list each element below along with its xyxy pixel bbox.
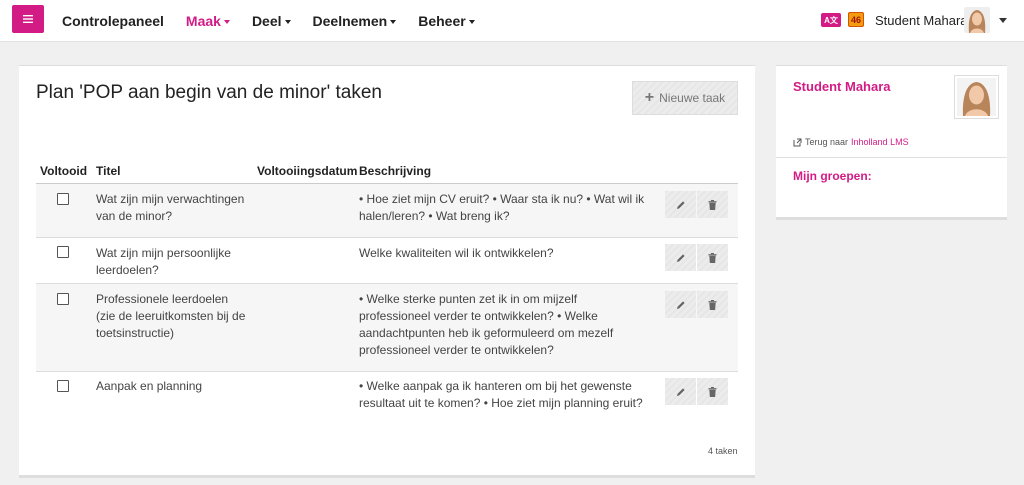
row-actions: [665, 291, 728, 318]
nav-item-controlepaneel[interactable]: Controlepaneel: [62, 13, 164, 29]
delete-button[interactable]: [697, 378, 728, 405]
nav-item-label: Maak: [185, 13, 221, 29]
task-description: • Welke aanpak ga ik hanteren om bij het…: [359, 379, 643, 410]
completed-checkbox[interactable]: [57, 246, 69, 258]
tasks-table: Voltooid Titel Voltooiingsdatum Beschrij…: [36, 158, 738, 424]
caret-down-icon: [468, 20, 475, 25]
hamburger-menu-button[interactable]: [12, 5, 44, 33]
sidebar-user-name[interactable]: Student Mahara: [793, 79, 891, 94]
task-description: • Welke sterke punten zet ik in om mijze…: [359, 292, 614, 357]
row-actions: [665, 191, 728, 218]
caret-down-icon: [223, 20, 230, 25]
plus-icon: +: [644, 89, 655, 106]
task-description: Welke kwaliteiten wil ik ontwikkelen?: [359, 246, 554, 260]
edit-button[interactable]: [665, 378, 696, 405]
pencil-icon: [676, 200, 685, 209]
table-row: Wat zijn mijn verwachtingen van de minor…: [36, 184, 738, 238]
pencil-icon: [676, 300, 685, 309]
column-header-completed: Voltooid: [40, 164, 88, 178]
completed-checkbox[interactable]: [57, 293, 69, 305]
my-groups-heading: Mijn groepen:: [793, 169, 872, 183]
nav-item-deel[interactable]: Deel: [252, 13, 291, 29]
task-title: Professionele leerdoelen (zie de leeruit…: [96, 292, 246, 340]
edit-button[interactable]: [665, 244, 696, 271]
task-title: Wat zijn mijn verwachtingen van de minor…: [96, 192, 245, 223]
task-count: 4 taken: [708, 446, 738, 456]
pencil-icon: [676, 387, 685, 396]
back-prefix: Terug naar: [805, 137, 849, 147]
new-task-label: Nieuwe taak: [659, 91, 726, 105]
task-description: • Hoe ziet mijn CV eruit? • Waar sta ik …: [359, 192, 645, 223]
pencil-icon: [676, 253, 685, 262]
delete-button[interactable]: [697, 244, 728, 271]
caret-down-icon: [390, 20, 397, 25]
nav-item-deelnemen[interactable]: Deelnemen: [313, 13, 397, 29]
back-to-lms: Terug naar Inholland LMS: [793, 137, 909, 147]
column-header-description: Beschrijving: [359, 164, 432, 178]
main-nav: Controlepaneel Maak Deel Deelnemen Behee…: [62, 0, 497, 42]
caret-down-icon: [284, 20, 291, 25]
nav-item-beheer[interactable]: Beheer: [418, 13, 475, 29]
back-to-lms-link[interactable]: Inholland LMS: [851, 137, 909, 147]
hamburger-icon: [23, 15, 33, 23]
table-row: Wat zijn mijn persoonlijke leerdoelen? W…: [36, 238, 738, 284]
trash-icon: [708, 299, 717, 310]
profile-sidebar: Student Mahara Terug naar Inholland LMS …: [776, 65, 1007, 220]
nav-item-label: Beheer: [418, 13, 466, 29]
column-header-completion-date: Voltooiingsdatum: [257, 164, 358, 178]
edit-button[interactable]: [665, 191, 696, 218]
completed-checkbox[interactable]: [57, 193, 69, 205]
task-title: Aanpak en planning: [96, 379, 203, 393]
notification-badge-icon[interactable]: 46: [848, 12, 864, 27]
completed-checkbox[interactable]: [57, 380, 69, 392]
edit-button[interactable]: [665, 291, 696, 318]
new-task-button[interactable]: + Nieuwe taak: [632, 81, 738, 115]
external-link-icon: [793, 138, 802, 146]
top-navbar: Controlepaneel Maak Deel Deelnemen Behee…: [0, 0, 1024, 42]
tasks-panel: Plan 'POP aan begin van de minor' taken …: [19, 65, 755, 478]
table-header: Voltooid Titel Voltooiingsdatum Beschrij…: [36, 158, 738, 184]
row-actions: [665, 244, 728, 271]
user-menu-name[interactable]: Student Mahara: [875, 13, 968, 28]
trash-icon: [708, 199, 717, 210]
trash-icon: [708, 252, 717, 263]
avatar[interactable]: [964, 7, 990, 33]
divider: [776, 157, 1007, 158]
user-menu-caret-icon[interactable]: [999, 18, 1007, 23]
column-header-title: Titel: [96, 164, 121, 178]
table-row: Aanpak en planning • Welke aanpak ga ik …: [36, 372, 738, 424]
row-actions: [665, 378, 728, 405]
nav-item-label: Deel: [251, 13, 282, 29]
nav-item-label: Deelnemen: [312, 13, 388, 29]
delete-button[interactable]: [697, 191, 728, 218]
language-icon[interactable]: A文: [821, 13, 841, 27]
profile-picture[interactable]: [954, 75, 999, 119]
page-title: Plan 'POP aan begin van de minor' taken: [36, 82, 382, 103]
delete-button[interactable]: [697, 291, 728, 318]
table-row: Professionele leerdoelen (zie de leeruit…: [36, 284, 738, 372]
task-title: Wat zijn mijn persoonlijke leerdoelen?: [96, 246, 231, 277]
trash-icon: [708, 386, 717, 397]
nav-item-maak[interactable]: Maak: [186, 13, 230, 29]
nav-item-label: Controlepaneel: [62, 13, 164, 29]
